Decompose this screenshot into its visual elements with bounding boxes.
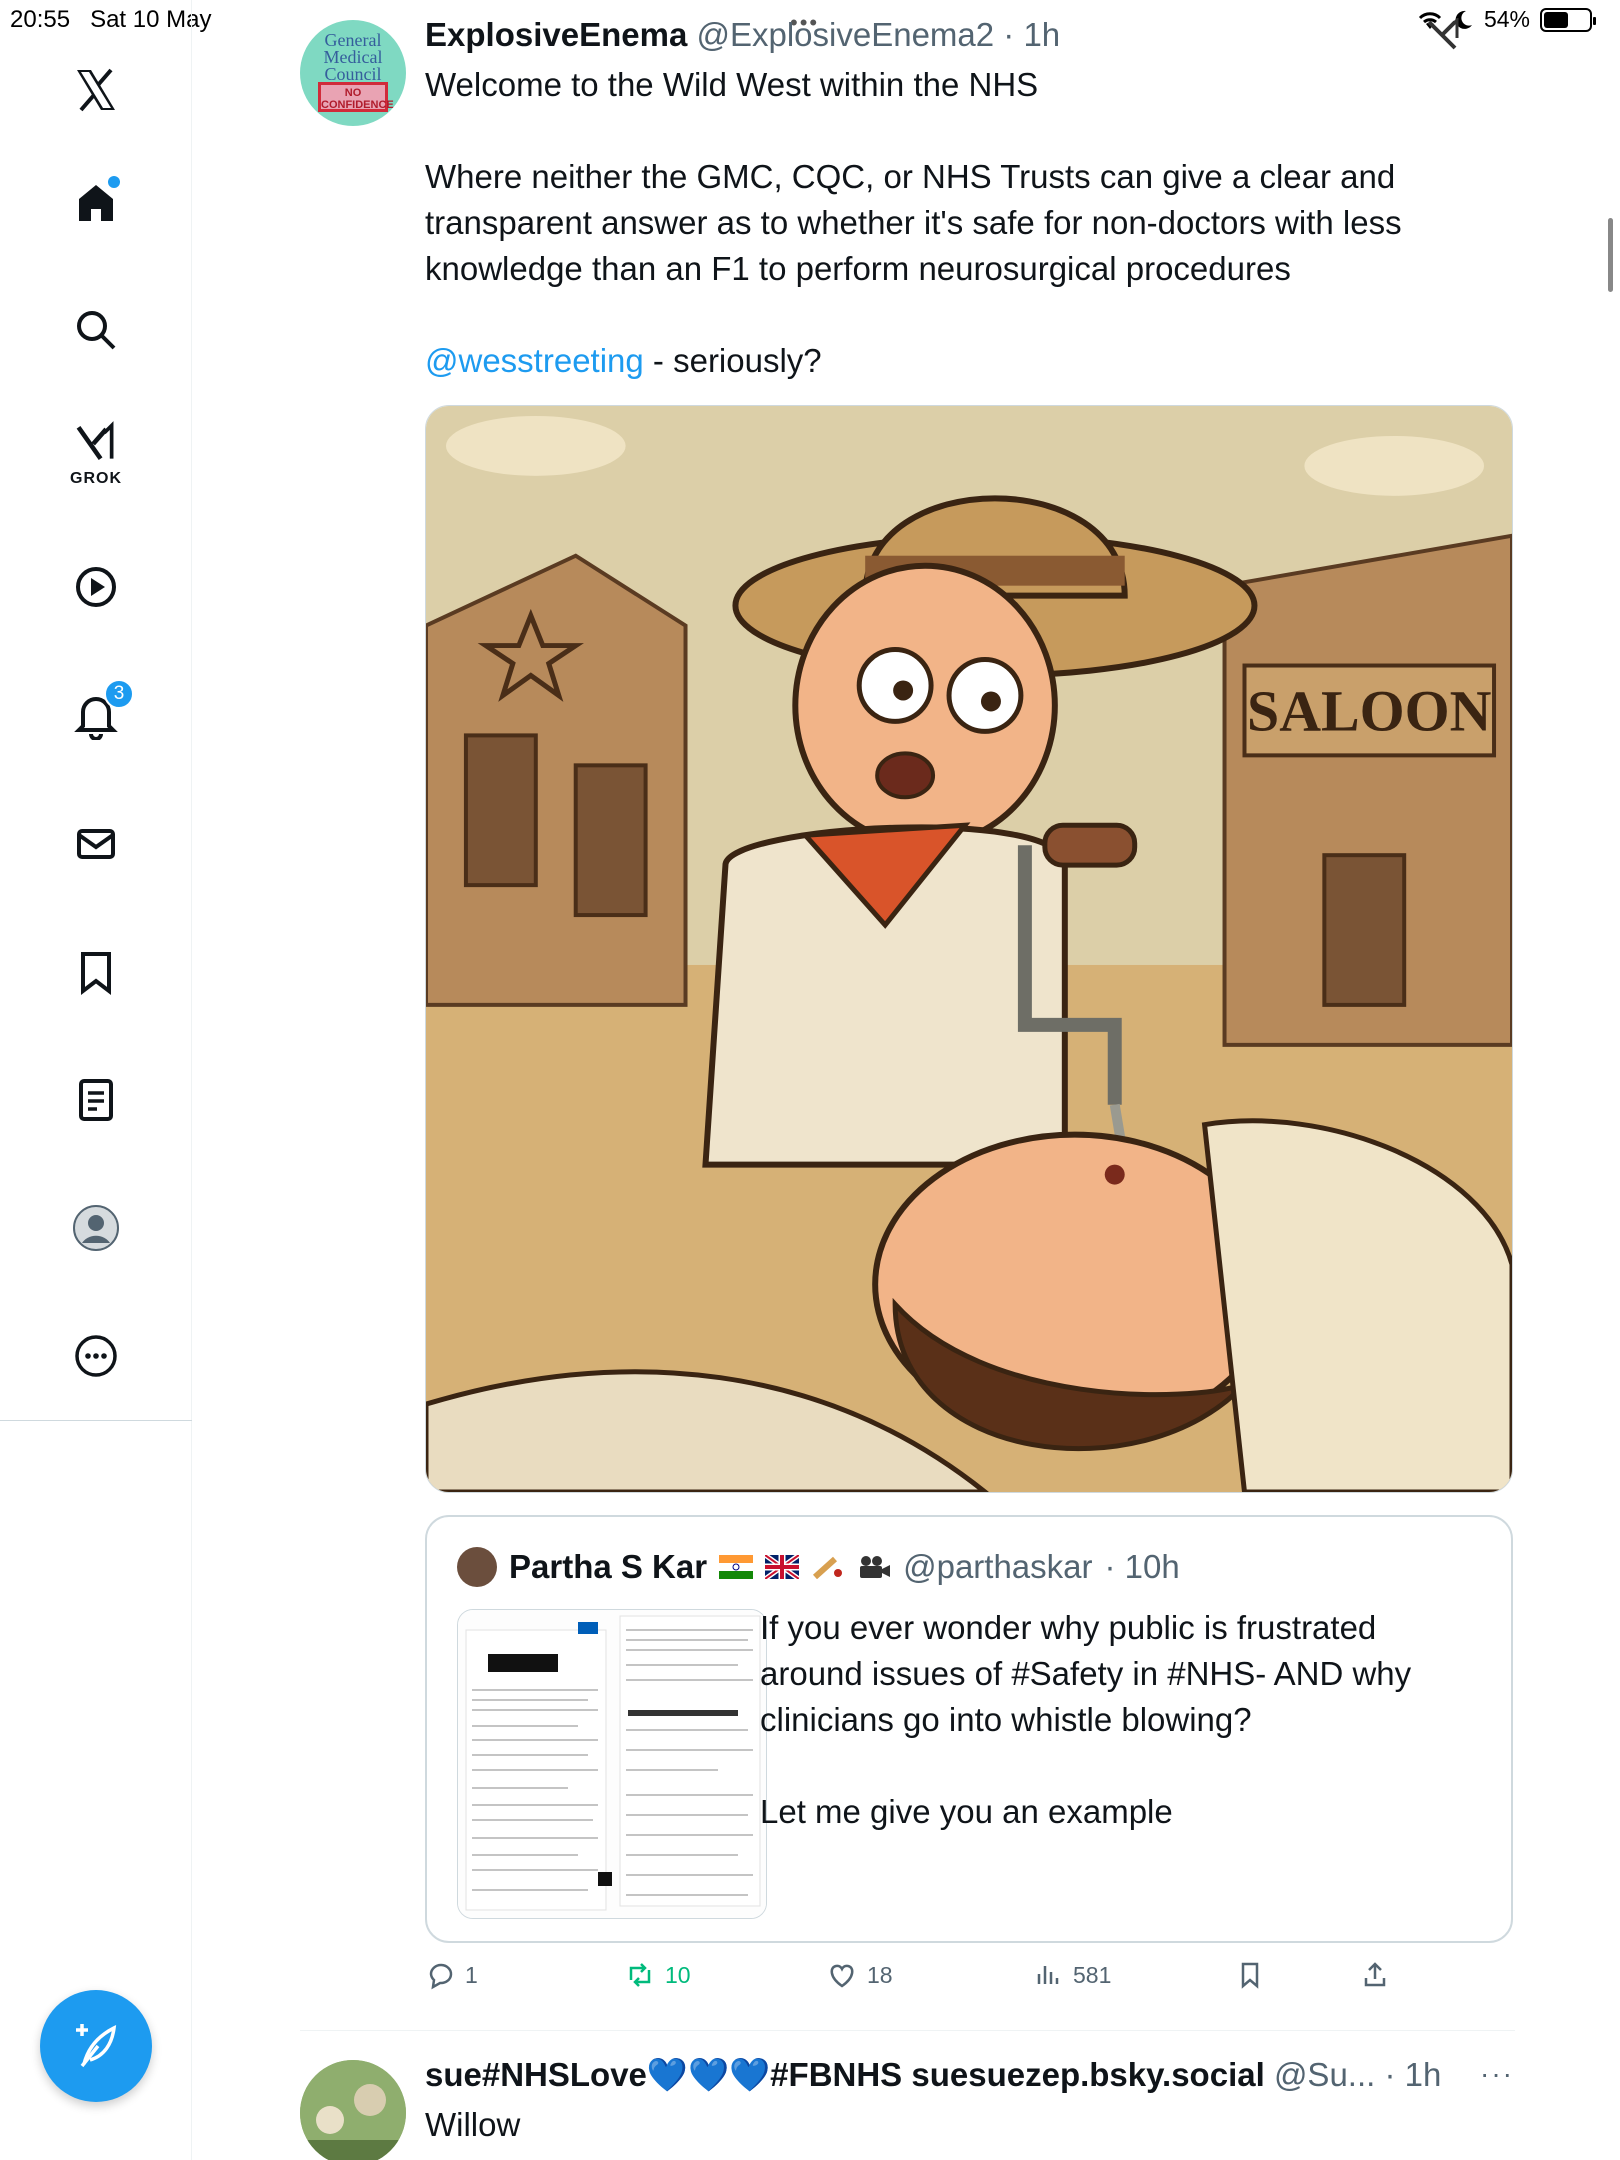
tweet-text-line1: Welcome to the Wild West within the NHS xyxy=(425,66,1039,103)
quote-document-thumbnail[interactable] xyxy=(457,1609,767,1919)
sidebar-item-grok[interactable]: GROK xyxy=(66,421,126,487)
avatar[interactable] xyxy=(300,2060,406,2160)
lists-icon xyxy=(79,1079,113,1121)
author-name[interactable]: sue#NHSLove💙💙💙#FBNHS suesuezep.bsky.soci… xyxy=(425,2056,1265,2093)
avatar-photo xyxy=(300,2060,406,2160)
cowboy-surgeon-illustration: SALOON xyxy=(426,406,1512,1492)
profile-icon xyxy=(73,1205,119,1251)
tweet-image[interactable]: SALOON xyxy=(425,405,1513,1493)
mention-suffix: - seriously? xyxy=(643,342,822,379)
grok-label: GROK xyxy=(70,470,122,487)
quote-text: If you ever wonder why public is frustra… xyxy=(760,1609,1412,1830)
like-button[interactable]: 18 xyxy=(827,1960,893,1990)
reply-count: 1 xyxy=(465,1961,478,1988)
quote-avatar[interactable] xyxy=(457,1547,497,1587)
bookmark-button[interactable] xyxy=(1235,1960,1265,1990)
sidebar-item-bookmarks[interactable] xyxy=(66,942,126,1002)
consent-form-image xyxy=(458,1610,766,1918)
quote-time: · 10h xyxy=(1104,1548,1180,1585)
sidebar-item-x-logo[interactable] xyxy=(66,60,126,120)
sidebar-item-more[interactable] xyxy=(66,1326,126,1386)
bookmark-icon xyxy=(81,952,111,996)
search-icon xyxy=(77,311,116,350)
quote-author-name: Partha S Kar xyxy=(509,1548,708,1585)
cricket-icon xyxy=(813,1556,843,1579)
x-logo-icon xyxy=(77,68,115,112)
home-unread-dot xyxy=(108,176,120,188)
share-icon xyxy=(1364,1962,1386,1987)
author-name[interactable]: ExplosiveEnema xyxy=(425,16,687,53)
notification-badge: 3 xyxy=(104,679,134,709)
compose-button[interactable] xyxy=(40,1990,152,2102)
views-button[interactable]: 581 xyxy=(1033,1960,1111,1990)
movie-camera-icon xyxy=(860,1556,891,1578)
reply-button[interactable]: 1 xyxy=(425,1960,478,1990)
sidebar-item-video[interactable] xyxy=(66,557,126,617)
more-icon xyxy=(75,1335,117,1377)
like-count: 18 xyxy=(867,1961,893,1988)
quote-handle: @parthaskar xyxy=(903,1548,1093,1585)
reply-icon xyxy=(429,1963,453,1990)
mail-icon xyxy=(77,829,115,859)
retweet-button[interactable]: 10 xyxy=(625,1960,691,1990)
tweet-text: Willow xyxy=(425,2106,521,2143)
battery-percent: 54% xyxy=(1483,6,1530,32)
sidebar-item-notifications[interactable]: 3 xyxy=(66,679,134,745)
quote-header: Partha S Kar @parthaskar · 10h xyxy=(457,1547,1180,1587)
views-count: 581 xyxy=(1073,1961,1112,1988)
video-icon xyxy=(76,567,116,607)
grok-icon xyxy=(76,421,114,460)
share-button[interactable] xyxy=(1360,1960,1390,1990)
sidebar-item-search[interactable] xyxy=(66,300,126,360)
grok-corner-icon[interactable] xyxy=(1425,16,1461,57)
retweet-count: 10 xyxy=(665,1961,691,1988)
tweet-header: sue#NHSLove💙💙💙#FBNHS suesuezep.bsky.soci… xyxy=(425,2056,1441,2095)
views-icon xyxy=(1037,1966,1059,1984)
battery-icon xyxy=(1540,7,1596,32)
avatar[interactable]: General Medical Council NO CONFIDENCE xyxy=(300,20,406,126)
sidebar-item-lists[interactable] xyxy=(66,1070,126,1130)
sidebar-item-home[interactable] xyxy=(66,172,126,232)
tweet-time[interactable]: · 1h xyxy=(1384,2056,1441,2093)
tweet-header: ExplosiveEnema @ExplosiveEnema2 · 1h xyxy=(425,16,1060,54)
uk-flag-icon xyxy=(765,1555,800,1579)
tweet-actions: 1 10 18 581 xyxy=(425,1960,1515,2004)
bookmark-icon xyxy=(1241,1962,1259,1989)
tweet-divider xyxy=(300,2030,1515,2031)
quoted-tweet[interactable]: Partha S Kar @parthaskar · 10h If you ev… xyxy=(425,1515,1513,1943)
tweet-time[interactable]: · 1h xyxy=(1003,16,1060,53)
tweet-text-body: Where neither the GMC, CQC, or NHS Trust… xyxy=(425,158,1411,287)
compose-feather-icon xyxy=(76,2024,117,2068)
sidebar-item-messages[interactable] xyxy=(66,814,126,874)
sidebar-item-profile[interactable] xyxy=(66,1198,126,1258)
author-handle[interactable]: @ExplosiveEnema2 xyxy=(696,16,994,53)
avatar-logo-text: General Medical Council xyxy=(323,30,383,84)
retweet-icon xyxy=(629,1963,651,1987)
avatar-stamp: NO CONFIDENCE xyxy=(318,82,394,112)
author-handle[interactable]: @Su... xyxy=(1274,2056,1375,2093)
battery-fill xyxy=(1544,11,1568,28)
mention-link[interactable]: @wesstreeting xyxy=(425,342,644,379)
scrollbar[interactable] xyxy=(1608,218,1613,292)
tweet-more-icon[interactable]: ··· xyxy=(1480,2058,1514,2090)
sidebar-nav: GROK 3 xyxy=(0,0,192,2160)
tweet-text: Welcome to the Wild West within the NHS … xyxy=(425,62,1505,384)
sidebar-divider xyxy=(0,1420,192,1421)
saloon-sign: SALOON xyxy=(1247,678,1492,743)
india-flag-icon xyxy=(719,1555,754,1579)
heart-icon xyxy=(830,1964,854,1988)
